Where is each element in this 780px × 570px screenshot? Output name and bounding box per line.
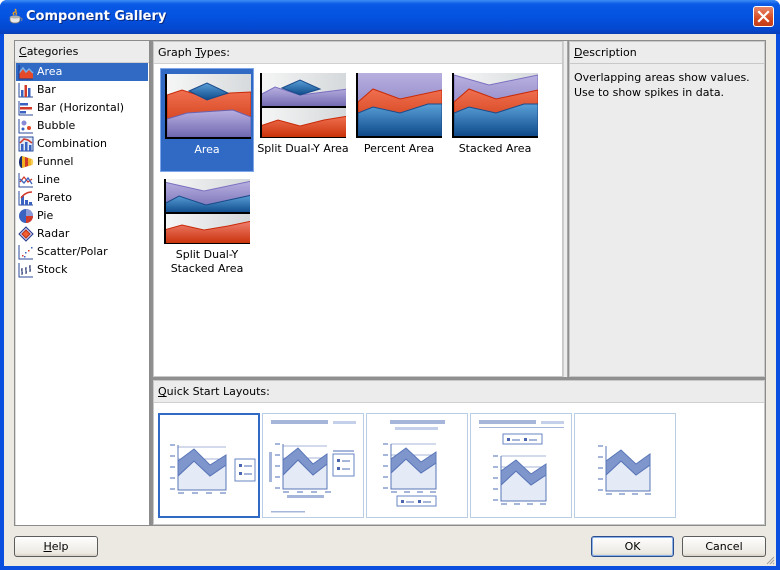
categories-header: Categories: [15, 41, 149, 63]
category-item-bar-horizontal[interactable]: Bar (Horizontal): [16, 99, 148, 117]
category-label: Pie: [37, 209, 54, 222]
funnel-chart-icon: [19, 156, 34, 168]
bubble-chart-icon: [18, 119, 33, 134]
category-label: Bar (Horizontal): [37, 101, 125, 114]
category-label: Radar: [37, 227, 70, 240]
radar-chart-icon: [18, 226, 34, 242]
stock-chart-icon: [18, 263, 33, 278]
help-button[interactable]: Help: [14, 536, 98, 557]
mnemonic: H: [43, 540, 52, 553]
panel-splitter[interactable]: [563, 41, 568, 377]
pie-chart-icon: [19, 209, 33, 223]
resize-grip-icon[interactable]: [765, 555, 775, 565]
quick-start-header: Quick Start Layouts:: [154, 381, 764, 403]
category-label: Line: [37, 173, 60, 186]
layout-chart-only[interactable]: [574, 413, 676, 518]
percent-area-thumbnail: [356, 73, 442, 138]
graph-type-split-dual-y-stacked-area[interactable]: Split Dual-Y Stacked Area: [160, 174, 254, 278]
dialog-body: Categories Area Bar Bar (Horizontal) Bub…: [4, 34, 776, 566]
mnemonic: Q: [158, 385, 167, 398]
description-header: Description: [570, 42, 764, 64]
pareto-chart-icon: [18, 191, 33, 206]
category-item-pareto[interactable]: Pareto: [16, 189, 148, 207]
category-item-line[interactable]: Line: [16, 171, 148, 189]
category-item-scatter-polar[interactable]: Scatter/Polar: [16, 243, 148, 261]
mnemonic: C: [19, 45, 27, 58]
category-label: Area: [37, 65, 63, 78]
category-item-bar[interactable]: Bar: [16, 81, 148, 99]
graph-type-label: Split Dual-Y Area: [257, 142, 349, 155]
category-label: Bar: [37, 83, 56, 96]
category-label: Stock: [37, 263, 68, 276]
graph-type-label: Percent Area: [363, 142, 435, 155]
close-icon: [757, 10, 770, 23]
area-chart-icon: [18, 65, 34, 80]
split-dual-y-area-thumbnail: [260, 73, 346, 138]
horizontal-bar-chart-icon: [18, 101, 33, 116]
quick-start-header-label: uick Start Layouts:: [166, 385, 270, 398]
graph-type-label: Area: [194, 143, 220, 156]
category-item-radar[interactable]: Radar: [16, 225, 148, 243]
scatter-chart-icon: [18, 245, 33, 260]
graph-types-header: Graph Types:: [154, 42, 562, 64]
graph-types-header-label-rest: ypes:: [200, 46, 230, 59]
category-label: Pareto: [37, 191, 72, 204]
category-item-bubble[interactable]: Bubble: [16, 117, 148, 135]
description-header-label: escription: [582, 46, 637, 59]
layout-preview-icon: [598, 445, 651, 495]
combination-chart-icon: [18, 136, 34, 152]
description-panel: Description Overlapping areas show value…: [569, 41, 765, 377]
java-cup-icon: [9, 8, 23, 24]
category-label: Combination: [37, 137, 107, 150]
category-item-funnel[interactable]: Funnel: [16, 153, 148, 171]
bar-chart-icon: [18, 83, 33, 98]
graph-type-stacked-area[interactable]: Stacked Area: [448, 68, 542, 172]
graph-type-split-dual-y-area[interactable]: Split Dual-Y Area: [256, 68, 350, 172]
graph-types-panel: Graph Types: Area Split Dual-Y Area Perc…: [153, 41, 563, 377]
category-label: Scatter/Polar: [37, 245, 108, 258]
title-bar[interactable]: Component Gallery: [0, 0, 780, 34]
category-label: Funnel: [37, 155, 74, 168]
layout-title-legend-top-chart[interactable]: [470, 413, 572, 518]
close-button[interactable]: [753, 6, 774, 27]
category-item-combination[interactable]: Combination: [16, 135, 148, 153]
category-item-stock[interactable]: Stock: [16, 261, 148, 279]
line-chart-icon: [18, 173, 33, 188]
layout-preview-icon: [383, 420, 445, 507]
graph-type-label: Stacked Area: [458, 142, 532, 155]
layout-preview-icon: [269, 420, 356, 513]
category-label: Bubble: [37, 119, 76, 132]
layout-preview-icon: [479, 420, 564, 505]
layout-title-chart-legend-right[interactable]: [262, 413, 364, 518]
split-dual-y-stacked-area-thumbnail: [164, 179, 250, 244]
layout-chart-legend-right[interactable]: [158, 413, 260, 518]
quick-start-layouts-panel: Quick Start Layouts:: [153, 380, 765, 525]
graph-type-label: Split Dual-Y Stacked Area: [170, 248, 244, 275]
description-text: Overlapping areas show values. Use to sh…: [574, 71, 750, 99]
stacked-area-thumbnail: [452, 73, 538, 138]
layout-preview-icon: [170, 444, 256, 494]
component-gallery-dialog: Component Gallery Categories Area Bar Ba…: [0, 0, 780, 570]
gallery-content: Graph Types: Area Split Dual-Y Area Perc…: [150, 40, 766, 526]
help-button-label: elp: [51, 540, 69, 553]
category-item-pie[interactable]: Pie: [16, 207, 148, 225]
categories-header-label: ategories: [26, 45, 79, 58]
graph-type-area[interactable]: Area: [160, 68, 254, 172]
ok-button[interactable]: OK: [591, 536, 674, 557]
area-thumbnail: [165, 74, 251, 139]
graph-type-percent-area[interactable]: Percent Area: [352, 68, 446, 172]
cancel-button[interactable]: Cancel: [682, 536, 766, 557]
layout-title-chart-legend-bottom[interactable]: [366, 413, 468, 518]
graph-types-header-label: Graph: [158, 46, 196, 59]
window-title: Component Gallery: [26, 9, 167, 24]
category-item-area[interactable]: Area: [16, 63, 148, 81]
categories-list[interactable]: Categories Area Bar Bar (Horizontal) Bub…: [14, 40, 150, 526]
